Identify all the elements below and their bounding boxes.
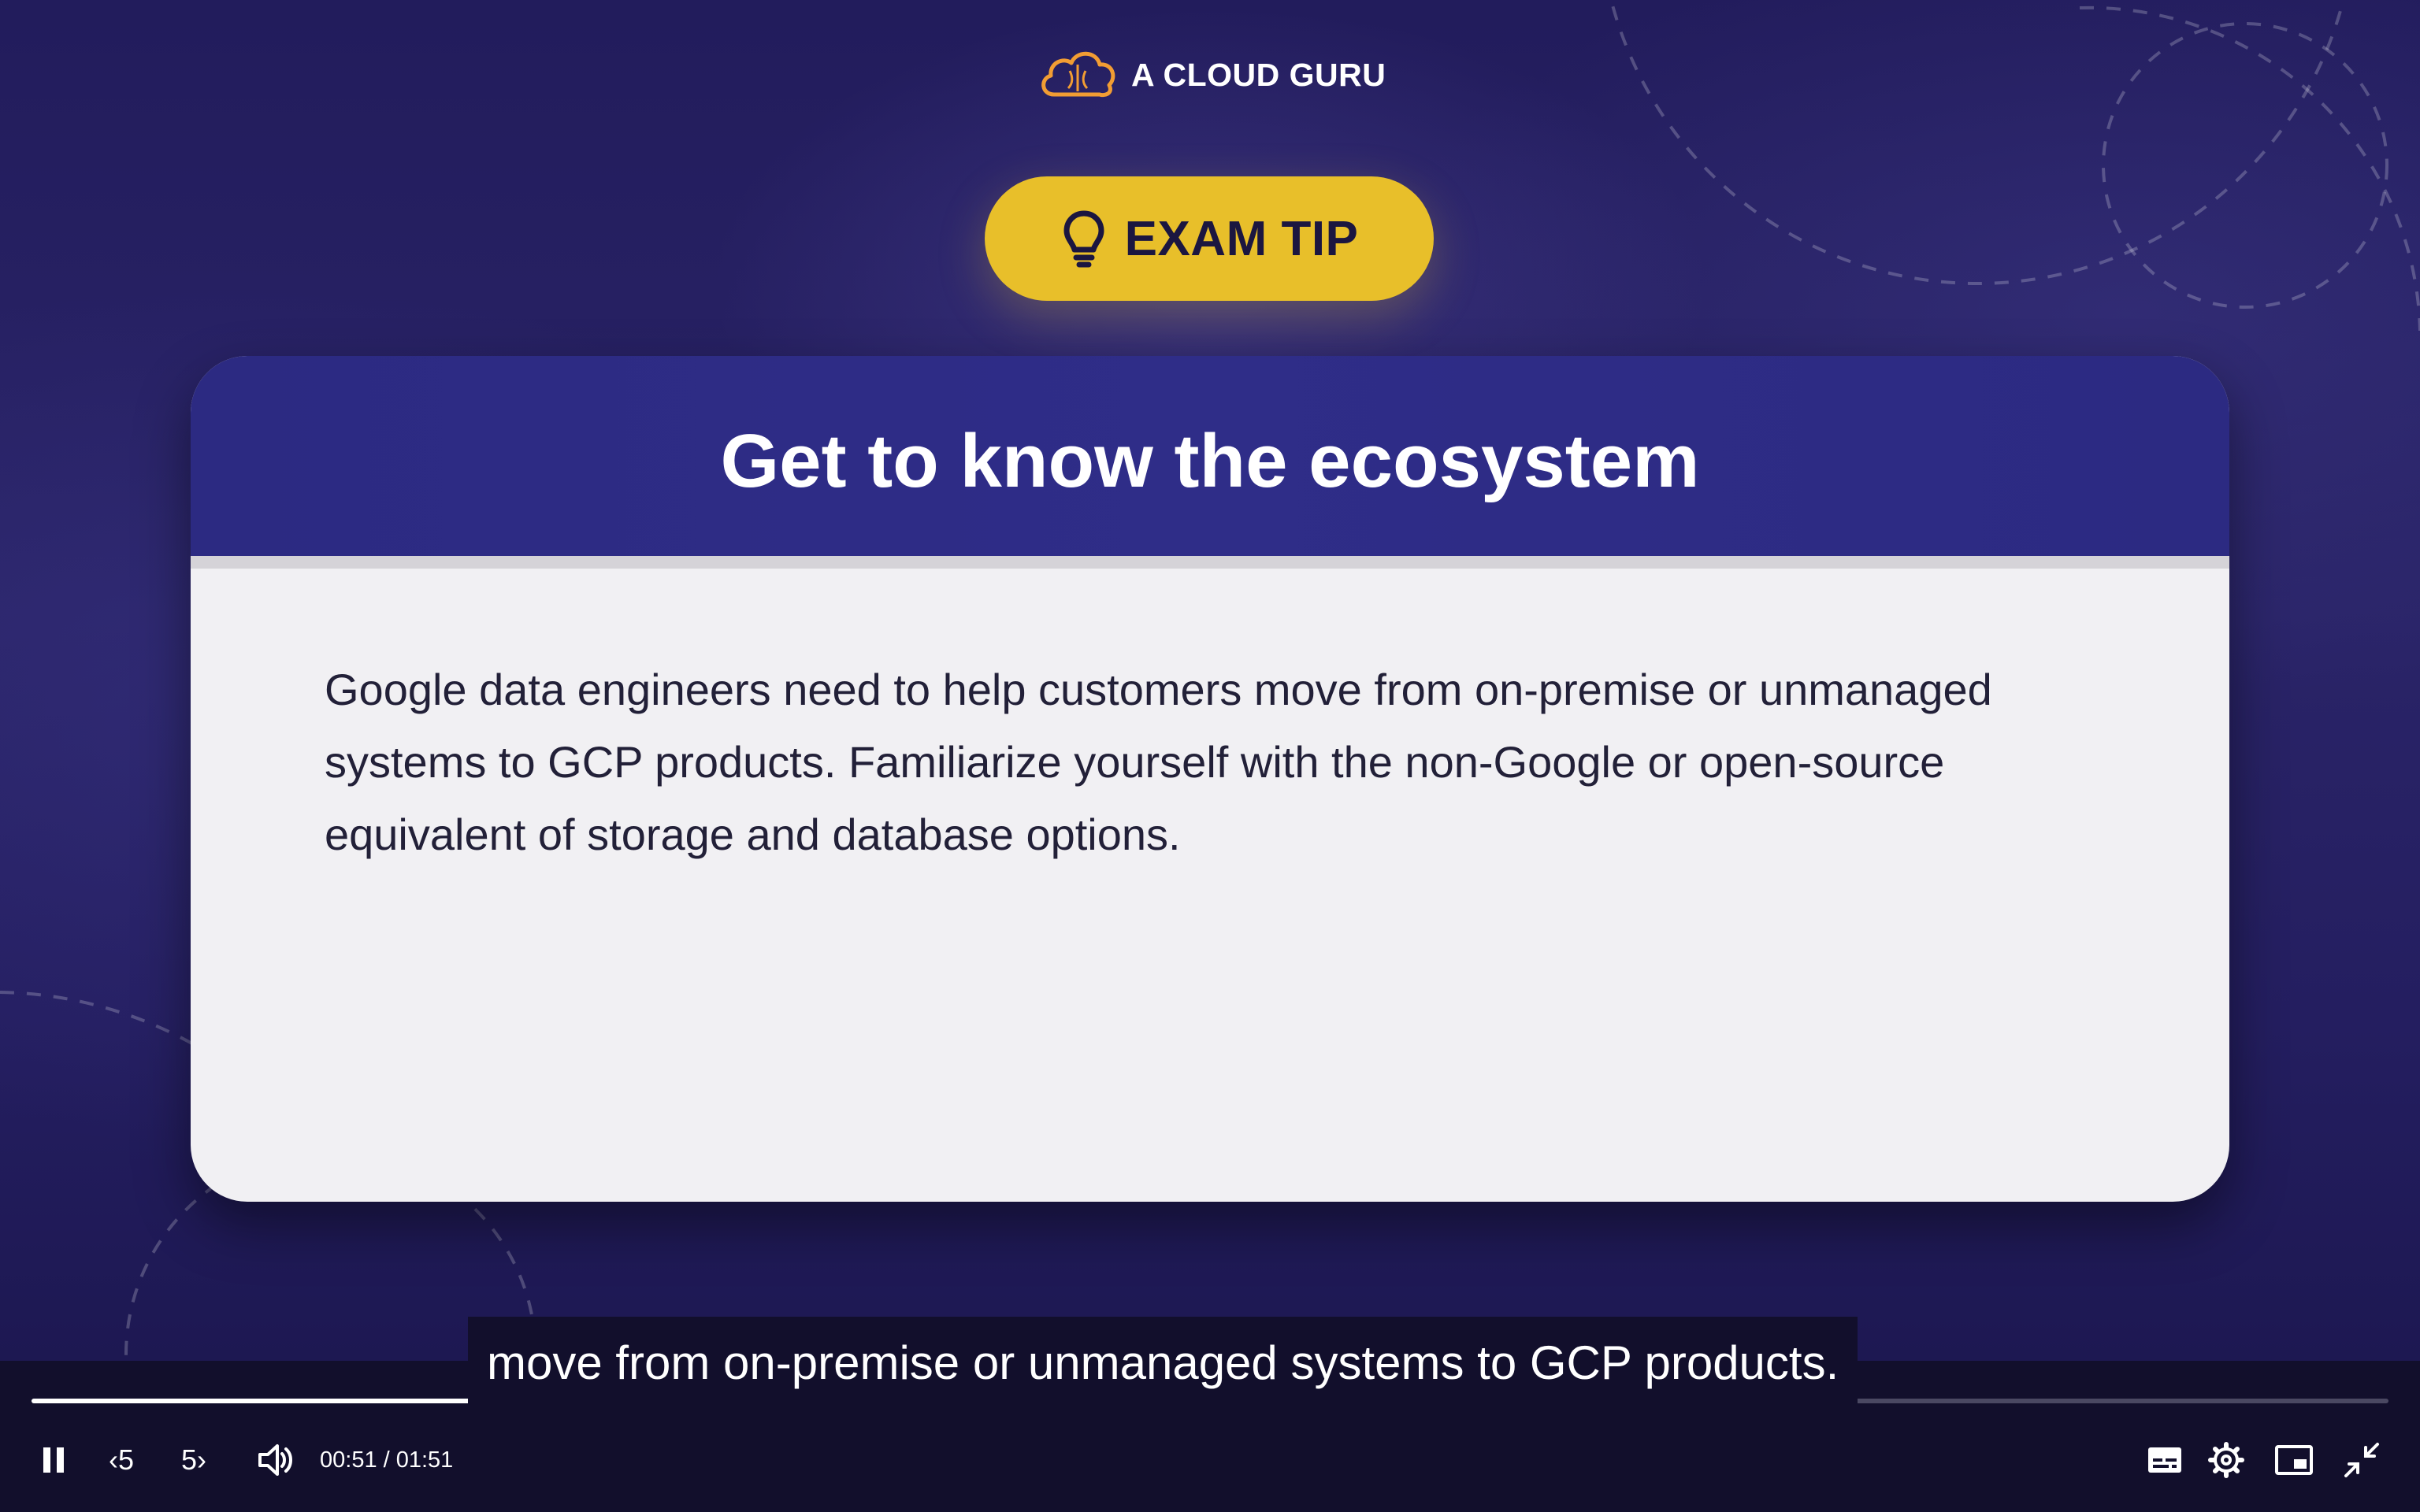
- settings-button[interactable]: [2206, 1440, 2247, 1480]
- skip-back-5-button[interactable]: ‹5: [98, 1440, 145, 1480]
- lightbulb-icon: [1063, 210, 1104, 268]
- picture-in-picture-icon: [2275, 1445, 2313, 1475]
- gear-icon: [2208, 1442, 2244, 1478]
- cloud-logo-icon: [1041, 51, 1115, 98]
- exit-fullscreen-button[interactable]: [2340, 1440, 2384, 1480]
- brand-name: A CLOUD GURU: [1131, 56, 1386, 93]
- exit-fullscreen-icon: [2344, 1443, 2379, 1477]
- tip-card: Get to know the ecosystem Google data en…: [191, 356, 2229, 1202]
- subtitles-button[interactable]: [2144, 1440, 2185, 1480]
- card-body-text: Google data engineers need to help custo…: [325, 665, 1992, 859]
- card-divider: [191, 556, 2229, 569]
- picture-in-picture-button[interactable]: [2272, 1440, 2316, 1480]
- exam-tip-label: EXAM TIP: [1124, 211, 1359, 266]
- card-title: Get to know the ecosystem: [720, 419, 1700, 503]
- subtitle-caption: move from on-premise or unmanaged system…: [468, 1317, 1858, 1408]
- video-frame[interactable]: A CLOUD GURU EXAM TIP Get to know the ec…: [0, 0, 2420, 1361]
- volume-icon: [258, 1444, 292, 1476]
- exam-tip-badge: EXAM TIP: [985, 176, 1434, 301]
- volume-button[interactable]: [254, 1440, 298, 1480]
- pause-icon: [43, 1447, 64, 1473]
- subtitles-icon: [2148, 1447, 2181, 1473]
- card-header: Get to know the ecosystem: [191, 356, 2229, 556]
- time-display: 00:51 / 01:51: [320, 1447, 454, 1473]
- pause-button[interactable]: [33, 1440, 74, 1480]
- brand-logo: A CLOUD GURU: [1037, 46, 1386, 104]
- skip-forward-5-button[interactable]: 5›: [170, 1440, 217, 1480]
